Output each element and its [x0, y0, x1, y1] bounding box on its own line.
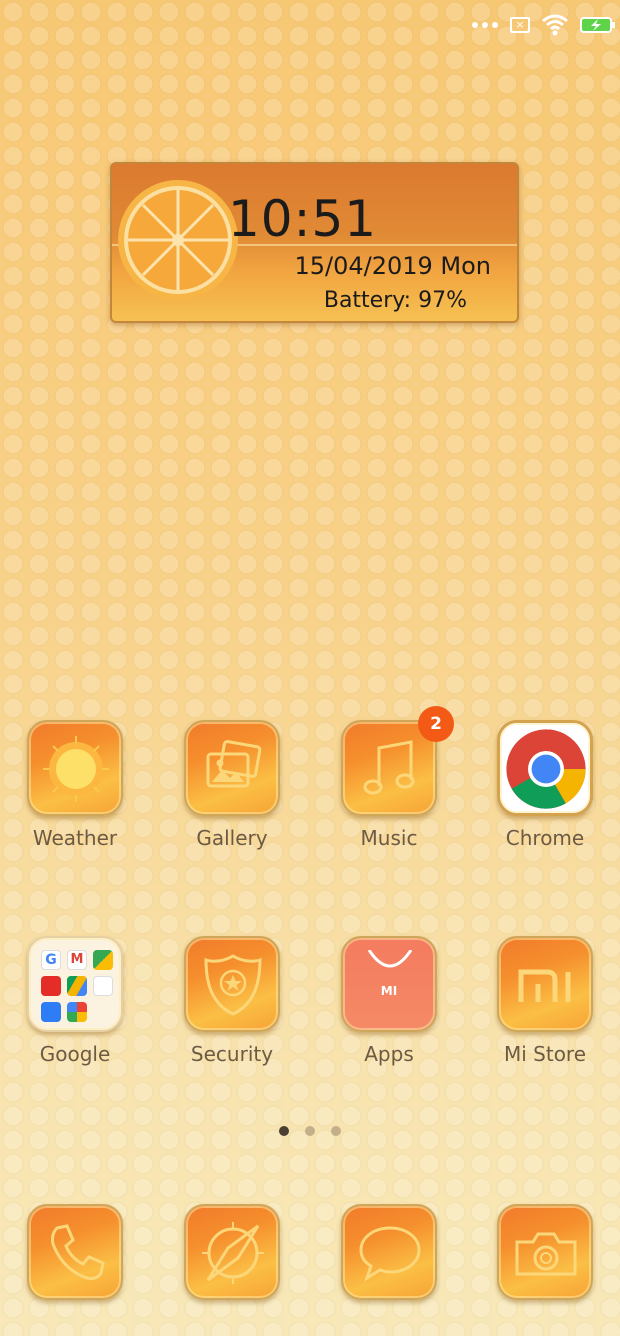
mi-store-tile[interactable] — [497, 936, 593, 1032]
wifi-icon — [542, 14, 568, 36]
dock-camera[interactable] — [490, 1204, 600, 1300]
phone-tile[interactable] — [27, 1204, 123, 1300]
dock-phone[interactable] — [20, 1204, 130, 1300]
page-dot-3[interactable] — [331, 1126, 341, 1136]
dock-browser[interactable] — [177, 1204, 287, 1300]
camera-icon — [515, 1232, 577, 1276]
more-notifications-icon — [472, 22, 498, 28]
page-dot-2[interactable] — [305, 1126, 315, 1136]
no-sim-icon: × — [510, 17, 530, 33]
messages-tile[interactable] — [341, 1204, 437, 1300]
app-label-apps: Apps — [364, 1042, 414, 1066]
app-apps[interactable]: MI Apps — [334, 936, 444, 1066]
mi-logo-icon — [518, 969, 571, 1002]
browser-tile[interactable] — [184, 1204, 280, 1300]
shield-icon — [204, 954, 262, 1016]
battery-charging-icon — [580, 16, 616, 34]
status-bar: × — [472, 10, 620, 40]
app-label-weather: Weather — [32, 826, 118, 850]
dock-messages[interactable] — [334, 1204, 444, 1300]
app-google-folder[interactable]: G M Google — [20, 936, 130, 1066]
app-label-mi-store: Mi Store — [503, 1042, 587, 1066]
app-gallery[interactable]: Gallery — [177, 720, 287, 850]
app-music[interactable]: 2 Music — [334, 706, 454, 850]
message-icon — [359, 1226, 421, 1282]
clock-date: 15/04/2019 Mon — [294, 252, 491, 280]
google-folder-icon: G M — [41, 950, 113, 1022]
weather-tile[interactable] — [27, 720, 123, 816]
page-dot-1[interactable] — [279, 1126, 289, 1136]
app-label-google: Google — [39, 1042, 111, 1066]
battery-status-text: Battery: 97% — [323, 288, 467, 313]
app-label-gallery: Gallery — [196, 826, 268, 850]
gallery-tile[interactable] — [184, 720, 280, 816]
sun-icon — [43, 736, 109, 802]
page-indicator[interactable] — [279, 1126, 341, 1136]
apps-tile[interactable]: MI — [341, 936, 437, 1032]
app-security[interactable]: Security — [177, 936, 287, 1066]
google-folder-tile[interactable]: G M — [27, 936, 123, 1032]
gallery-icon — [206, 740, 262, 788]
camera-tile[interactable] — [497, 1204, 593, 1300]
chrome-icon — [506, 729, 586, 809]
notification-badge: 2 — [418, 706, 454, 742]
compass-icon — [202, 1222, 264, 1284]
phone-icon — [51, 1224, 105, 1280]
app-label-security: Security — [190, 1042, 274, 1066]
app-label-music: Music — [360, 826, 418, 850]
security-tile[interactable] — [184, 936, 280, 1032]
app-label-chrome: Chrome — [505, 826, 585, 850]
clock-widget[interactable]: 10:51 15/04/2019 Mon Battery: 97% — [110, 162, 519, 323]
app-mi-store[interactable]: Mi Store — [490, 936, 600, 1066]
music-note-icon — [363, 740, 415, 795]
mi-text: MI — [380, 984, 398, 998]
app-weather[interactable]: Weather — [20, 720, 130, 850]
orange-slice-icon — [118, 180, 238, 300]
clock-time: 10:51 — [228, 190, 378, 248]
app-chrome[interactable]: Chrome — [490, 720, 600, 850]
chrome-tile[interactable] — [497, 720, 593, 816]
